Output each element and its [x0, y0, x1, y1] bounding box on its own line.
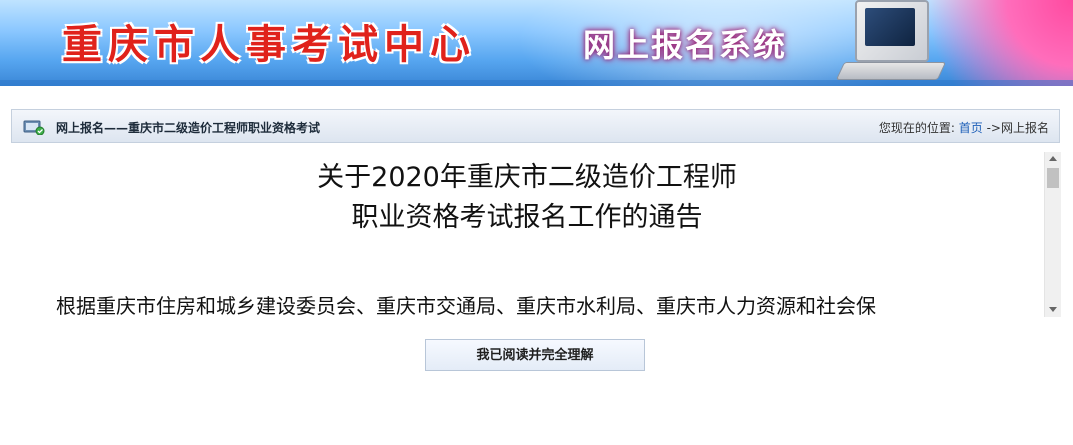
site-title: 重庆市人事考试中心 — [62, 21, 476, 68]
keyboard-icon — [835, 62, 947, 80]
monitor-list-icon — [23, 120, 45, 135]
scroll-down-icon[interactable] — [1049, 307, 1057, 312]
notice-title-line2: 职业资格考试报名工作的通告 — [351, 202, 703, 233]
system-title: 网上报名系统 — [583, 26, 788, 64]
notice-title-line1: 关于2020年重庆市二级造价工程师 — [317, 162, 737, 193]
breadcrumb-home-link[interactable]: 首页 — [959, 121, 983, 135]
notice-scrollbar[interactable] — [1044, 152, 1061, 317]
computer-illustration — [835, 0, 947, 80]
breadcrumb: 您现在的位置: 首页 ->网上报名 — [879, 119, 1049, 136]
breadcrumb-separator: -> — [986, 121, 1001, 135]
scroll-up-icon[interactable] — [1049, 156, 1057, 161]
scroll-thumb[interactable] — [1047, 168, 1059, 188]
confirm-read-button[interactable]: 我已阅读并完全理解 — [425, 339, 645, 371]
header-banner: 重庆市人事考试中心 网上报名系统 — [0, 0, 1073, 86]
banner-bottom-stripe — [0, 80, 1073, 86]
notice-title: 关于2020年重庆市二级造价工程师 职业资格考试报名工作的通告 — [12, 158, 1042, 238]
breadcrumb-bar: 网上报名——重庆市二级造价工程师职业资格考试 您现在的位置: 首页 ->网上报名 — [11, 109, 1060, 143]
monitor-screen — [865, 8, 915, 46]
section-title: 网上报名——重庆市二级造价工程师职业资格考试 — [56, 121, 321, 135]
notice-body: 根据重庆市住房和城乡建设委员会、重庆市交通局、重庆市水利局、重庆市人力资源和社会… — [56, 294, 876, 317]
notice-panel: 关于2020年重庆市二级造价工程师 职业资格考试报名工作的通告 根据重庆市住房和… — [12, 152, 1061, 317]
location-prefix: 您现在的位置: — [878, 121, 955, 135]
breadcrumb-current: 网上报名 — [1000, 121, 1049, 135]
